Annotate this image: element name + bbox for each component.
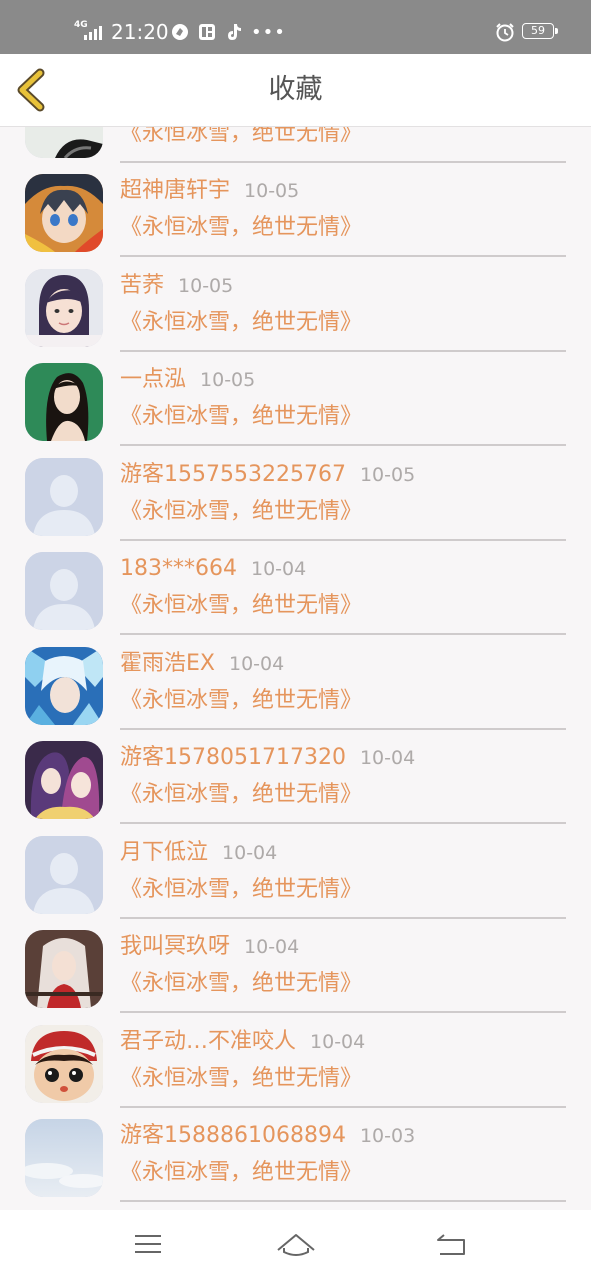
return-icon: [437, 1234, 465, 1255]
book-title[interactable]: 《永恒冰雪，绝世无情》: [120, 778, 362, 812]
user-name[interactable]: 183***664: [120, 556, 237, 581]
avatar[interactable]: [25, 269, 103, 347]
user-name[interactable]: 苦荞: [120, 273, 164, 298]
list-item[interactable]: 183***664 10-04 《永恒冰雪，绝世无情》: [0, 540, 591, 635]
home-icon: [277, 1234, 315, 1256]
top-bar: 收藏: [0, 54, 591, 127]
favorites-list: 《永恒冰雪，绝世无情》 超神唐轩宇 10-05 《永恒冰雪，绝世无情》 苦荞 1…: [0, 127, 591, 1210]
user-line: 游客1557553225767 10-05: [120, 458, 415, 492]
list-item[interactable]: 苦荞 10-05 《永恒冰雪，绝世无情》: [0, 257, 591, 352]
status-bar: 4G 21:20 ••• 59: [0, 0, 591, 54]
user-line: 我叫冥玖呀 10-04: [120, 930, 299, 964]
reader-notification-icon: [197, 23, 216, 42]
user-name[interactable]: 月下低泣: [120, 840, 208, 865]
book-title[interactable]: 《永恒冰雪，绝世无情》: [120, 495, 362, 529]
avatar[interactable]: [25, 1119, 103, 1197]
avatar[interactable]: [25, 930, 103, 1008]
favorite-date: 10-05: [178, 275, 234, 297]
favorite-date: 10-05: [359, 464, 416, 486]
book-title[interactable]: 《永恒冰雪，绝世无情》: [120, 684, 362, 718]
favorite-date: 10-04: [222, 842, 278, 864]
list-item[interactable]: 霍雨浩EX 10-04 《永恒冰雪，绝世无情》: [0, 635, 591, 730]
user-name[interactable]: 游客1578051717320: [120, 745, 346, 770]
list-item[interactable]: 一点泓 10-05 《永恒冰雪，绝世无情》: [0, 351, 591, 446]
avatar[interactable]: [25, 174, 103, 252]
book-title[interactable]: 《永恒冰雪，绝世无情》: [120, 589, 362, 623]
favorite-date: 10-04: [359, 747, 416, 769]
list-item[interactable]: 游客1578051717320 10-04 《永恒冰雪，绝世无情》: [0, 729, 591, 824]
user-line: 一点泓 10-05: [120, 363, 255, 397]
app-notification-icon: [170, 23, 189, 42]
favorite-date: 10-05: [244, 180, 300, 202]
page-title: 收藏: [268, 74, 323, 105]
book-title[interactable]: 《永恒冰雪，绝世无情》: [120, 873, 362, 907]
book-title[interactable]: 《永恒冰雪，绝世无情》: [120, 967, 362, 1001]
user-name[interactable]: 游客1588861068894: [120, 1123, 346, 1148]
user-line: 超神唐轩宇 10-05: [120, 174, 299, 208]
user-name[interactable]: 超神唐轩宇: [120, 178, 230, 203]
user-name[interactable]: 一点泓: [120, 367, 186, 392]
list-item[interactable]: 月下低泣 10-04 《永恒冰雪，绝世无情》: [0, 824, 591, 919]
user-name[interactable]: 君子动…不准咬人: [120, 1029, 296, 1054]
favorite-date: 10-03: [359, 1125, 416, 1147]
user-line: 君子动…不准咬人 10-04: [120, 1025, 365, 1059]
alarm-icon: [496, 23, 514, 42]
notification-icons: •••: [170, 20, 286, 44]
user-line: 霍雨浩EX 10-04: [120, 647, 284, 681]
avatar[interactable]: [25, 363, 103, 441]
favorite-date: 10-04: [310, 1031, 366, 1053]
list-item[interactable]: 游客1588861068894 10-03 《永恒冰雪，绝世无情》: [0, 1107, 591, 1202]
more-notifications-icon: •••: [251, 21, 286, 43]
favorite-date: 10-04: [250, 558, 307, 580]
list-item[interactable]: 我叫冥玖呀 10-04 《永恒冰雪，绝世无情》: [0, 918, 591, 1013]
list-item[interactable]: 游客1557553225767 10-05 《永恒冰雪，绝世无情》: [0, 446, 591, 541]
favorite-date: 10-04: [244, 936, 300, 958]
battery-indicator: 59: [522, 23, 558, 39]
list-item[interactable]: 《永恒冰雪，绝世无情》: [0, 127, 591, 163]
book-title[interactable]: 《永恒冰雪，绝世无情》: [120, 1156, 362, 1190]
home-button[interactable]: [274, 1224, 318, 1264]
book-title[interactable]: 《永恒冰雪，绝世无情》: [120, 306, 362, 340]
user-line: 游客1588861068894 10-03: [120, 1119, 415, 1153]
back-nav-button[interactable]: [428, 1224, 472, 1264]
user-line: 月下低泣 10-04: [120, 836, 277, 870]
book-title[interactable]: 《永恒冰雪，绝世无情》: [120, 400, 362, 434]
avatar[interactable]: [25, 741, 103, 819]
default-avatar[interactable]: [25, 836, 103, 914]
user-name[interactable]: 我叫冥玖呀: [120, 934, 230, 959]
list-item[interactable]: 超神唐轩宇 10-05 《永恒冰雪，绝世无情》: [0, 162, 591, 257]
clock: 21:20: [111, 20, 169, 44]
signal-icon: 4G: [74, 20, 104, 44]
user-line: 游客1578051717320 10-04: [120, 741, 415, 775]
user-line: 183***664 10-04: [120, 552, 306, 586]
divider: [120, 1200, 566, 1202]
book-title[interactable]: 《永恒冰雪，绝世无情》: [120, 127, 362, 151]
default-avatar[interactable]: [25, 552, 103, 630]
menu-icon: [135, 1235, 161, 1253]
user-name[interactable]: 霍雨浩EX: [120, 651, 215, 676]
avatar[interactable]: [25, 647, 103, 725]
system-nav-bar: [0, 1210, 591, 1280]
list-item[interactable]: 君子动…不准咬人 10-04 《永恒冰雪，绝世无情》: [0, 1013, 591, 1108]
book-title[interactable]: 《永恒冰雪，绝世无情》: [120, 1062, 362, 1096]
favorite-date: 10-05: [200, 369, 256, 391]
book-title[interactable]: 《永恒冰雪，绝世无情》: [120, 211, 362, 245]
default-avatar[interactable]: [25, 458, 103, 536]
menu-button[interactable]: [126, 1224, 170, 1264]
avatar[interactable]: [25, 1025, 103, 1103]
user-name[interactable]: 游客1557553225767: [120, 462, 346, 487]
tiktok-icon: [224, 23, 243, 42]
user-line: 苦荞 10-05: [120, 269, 233, 303]
avatar[interactable]: [25, 127, 103, 158]
favorite-date: 10-04: [228, 653, 285, 675]
